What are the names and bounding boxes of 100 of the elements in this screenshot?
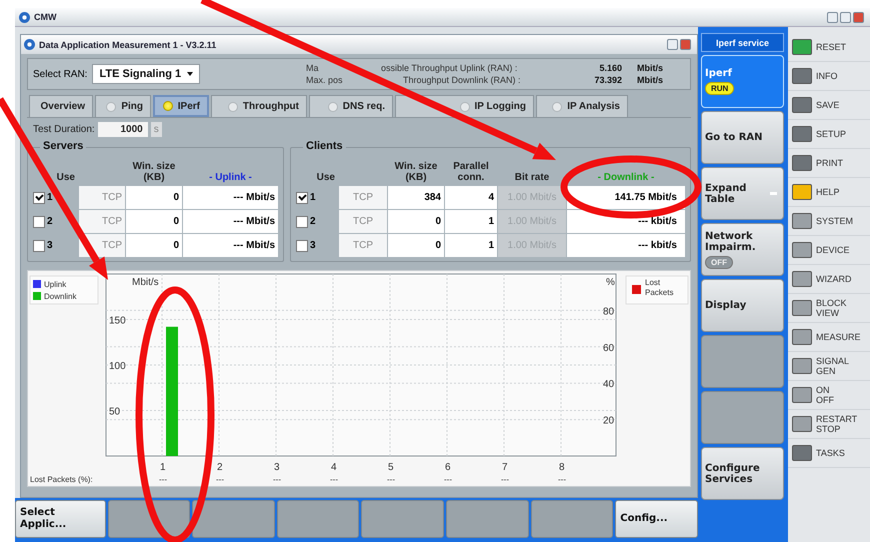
hardkey-button[interactable]: TASKS xyxy=(788,439,870,468)
checkbox[interactable] xyxy=(33,216,45,228)
radio-indicator-icon xyxy=(552,102,562,112)
input-field[interactable]: 0 xyxy=(388,234,444,257)
row-number: 2 xyxy=(310,216,316,228)
unit-label: s xyxy=(150,122,162,137)
status-badge: RUN xyxy=(705,82,734,95)
checkbox[interactable] xyxy=(296,192,308,204)
input-field[interactable]: 0 xyxy=(126,186,182,209)
column-header: Use xyxy=(316,171,336,185)
minimize-button[interactable] xyxy=(827,12,838,22)
tab[interactable]: Overview xyxy=(29,95,93,117)
hardkey-button[interactable]: RESET xyxy=(788,33,870,62)
legend-background xyxy=(626,276,688,304)
table-cell: --- xyxy=(501,475,509,484)
softkey-button[interactable]: Expand Table xyxy=(701,167,784,220)
hardkey-button[interactable]: HELP xyxy=(788,178,870,207)
tick-label: 150 xyxy=(109,316,126,326)
table-cell: --- Mbit/s xyxy=(183,210,278,233)
group-title: Clients xyxy=(303,140,346,152)
close-button[interactable] xyxy=(680,39,691,50)
info-label: ossible Throughput Uplink (RAN) : xyxy=(381,62,518,74)
close-button[interactable] xyxy=(853,12,864,22)
softkey-button[interactable]: Config... xyxy=(615,500,698,538)
softkey-button[interactable]: Network Impairm. OFF xyxy=(701,223,784,276)
hardkey-button[interactable]: PRINT xyxy=(788,149,870,178)
hardkey-button[interactable]: INFO xyxy=(788,62,870,91)
hardkey-button[interactable]: ON OFF xyxy=(788,381,870,410)
info-value: 5.160 xyxy=(598,62,622,74)
column-header: Bit rate xyxy=(514,171,550,185)
row-number: 3 xyxy=(310,240,316,252)
hardkey-button[interactable]: DEVICE xyxy=(788,236,870,265)
status-badge: OFF xyxy=(705,256,733,268)
input-field[interactable]: 1 xyxy=(445,210,497,233)
radio-indicator-icon xyxy=(162,101,173,111)
tick-label: 60 xyxy=(603,342,614,354)
tick-label: 20 xyxy=(603,416,614,427)
row-number: 1 xyxy=(310,192,316,204)
input-field[interactable]: 0 xyxy=(388,210,444,233)
hardkey-button[interactable]: BLOCK VIEW xyxy=(788,294,870,323)
checkbox[interactable] xyxy=(33,192,45,204)
ran-dropdown[interactable]: LTE Signaling 1 xyxy=(92,64,200,84)
legend-label: Downlink xyxy=(44,292,76,301)
hardkey-button[interactable]: SIGNAL GEN xyxy=(788,352,870,381)
hardkey-button[interactable]: SAVE xyxy=(788,91,870,120)
softkey-button[interactable]: Iperf RUN xyxy=(701,55,784,108)
checkbox[interactable] xyxy=(296,216,308,228)
checkbox[interactable] xyxy=(33,240,45,252)
tick-label: 40 xyxy=(603,379,614,390)
tick-label: 5 xyxy=(388,462,394,473)
app-logo-icon xyxy=(19,12,30,22)
column-header: Win. size (KB) xyxy=(394,160,438,185)
hardkey-button[interactable]: SYSTEM xyxy=(788,207,870,236)
table-cell: TCP xyxy=(339,186,387,209)
tab[interactable]: DNS req. xyxy=(309,95,393,117)
axis-unit: Mbit/s xyxy=(132,277,159,288)
input-field[interactable]: 0 xyxy=(126,210,182,233)
hardkey-button[interactable]: RESTART STOP xyxy=(788,410,870,439)
tab[interactable]: IPerf xyxy=(153,95,209,117)
table-cell: --- xyxy=(159,475,167,484)
radio-indicator-icon xyxy=(106,102,116,112)
hardkey-button[interactable]: SETUP xyxy=(788,120,870,149)
table-cell: TCP xyxy=(79,210,125,233)
column-header: - Downlink - xyxy=(596,171,656,185)
radio-indicator-icon xyxy=(460,102,470,112)
column-header: Parallel conn. xyxy=(452,160,490,185)
softkey-button[interactable]: Select Applic... xyxy=(15,500,106,538)
tick-label: 2 xyxy=(217,462,223,473)
radio-indicator-icon xyxy=(328,102,338,112)
table-cell: TCP xyxy=(79,186,125,209)
app-title: CMW xyxy=(34,12,56,22)
checkbox[interactable] xyxy=(296,240,308,252)
blank-softkey[interactable] xyxy=(192,500,275,538)
info-value: 73.392 xyxy=(593,74,622,86)
row-number: 1 xyxy=(47,192,53,204)
input-field[interactable]: 4 xyxy=(445,186,497,209)
hardkey-button[interactable]: MEASURE xyxy=(788,323,870,352)
tab[interactable]: Ping xyxy=(95,95,151,117)
input-field[interactable]: 384 xyxy=(388,186,444,209)
tick-label: 6 xyxy=(445,462,451,473)
input-field[interactable]: 1 xyxy=(445,234,497,257)
window-title: Data Application Measurement 1 - V3.2.11 xyxy=(39,40,216,50)
softkey-header: Iperf service xyxy=(701,33,784,52)
unit-label: Mbit/s xyxy=(637,74,664,86)
input-field[interactable]: 0 xyxy=(126,234,182,257)
softkey-button[interactable]: Display xyxy=(701,279,784,332)
table-cell: --- xyxy=(558,475,566,484)
info-label: Ma xyxy=(306,62,320,74)
caret-icon xyxy=(187,72,194,76)
tick-label: 3 xyxy=(274,462,280,473)
column-header: Win. size (KB) xyxy=(132,160,176,185)
tab[interactable]: Throughput xyxy=(211,95,307,117)
hardkey-button[interactable]: WIZARD xyxy=(788,265,870,294)
tab[interactable]: IP Analysis xyxy=(536,95,628,117)
legend-label: Lost Packets xyxy=(645,278,674,297)
restore-button[interactable] xyxy=(840,12,851,22)
input-field[interactable]: 1000 xyxy=(98,122,148,137)
softkey-button[interactable]: Configure Services xyxy=(701,447,784,500)
softkey-button[interactable]: Go to RAN xyxy=(701,111,784,164)
minimize-button[interactable] xyxy=(667,39,678,50)
